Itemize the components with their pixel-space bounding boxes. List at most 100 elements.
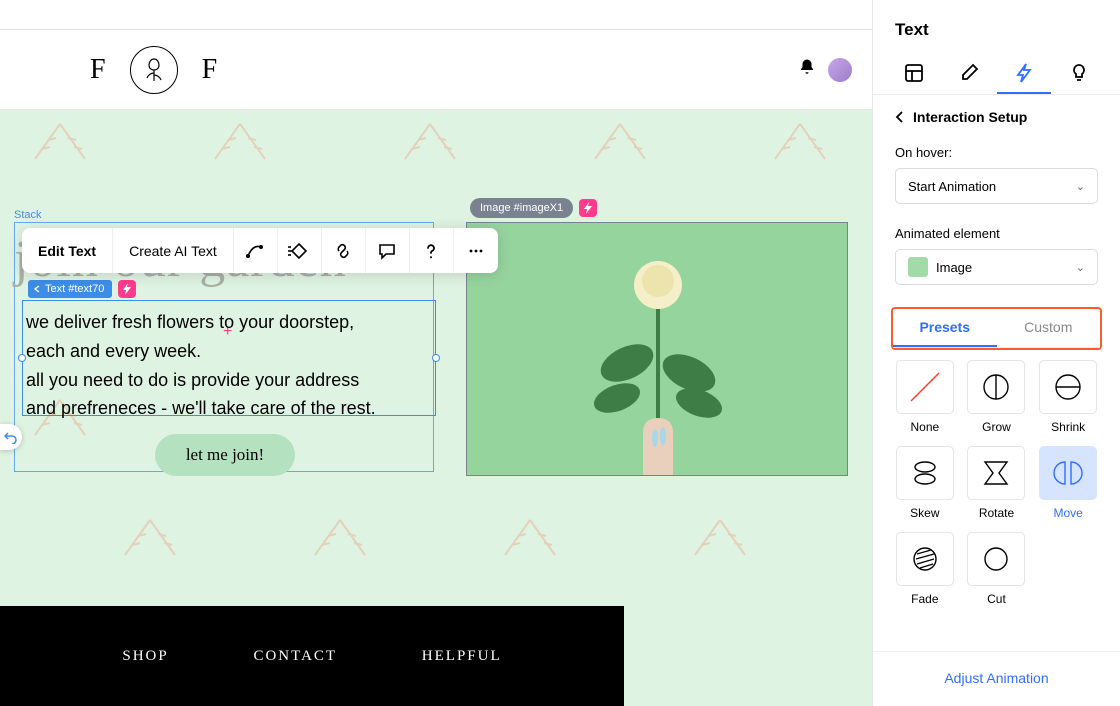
logo-emblem (130, 46, 178, 94)
element-thumb (908, 257, 928, 277)
panel-body: Interaction Setup On hover: Start Animat… (873, 95, 1120, 651)
preset-skew[interactable]: Skew (895, 446, 955, 520)
editor-canvas[interactable]: Stack join our garden Edit Text Create A… (0, 110, 872, 706)
footer-link-contact[interactable]: CONTACT (253, 648, 337, 665)
preset-grid: None Grow Shrink Skew Rotate Move (895, 350, 1098, 620)
comment-icon[interactable] (366, 228, 410, 273)
panel-title: Text (873, 0, 1120, 54)
body-line: and prefreneces - we'll take care of the… (26, 394, 430, 423)
bolt-icon (1015, 63, 1033, 83)
image-element[interactable] (466, 222, 848, 476)
leaf-decoration (690, 510, 750, 560)
hover-select-value: Start Animation (908, 179, 996, 194)
animated-element-label: Animated element (895, 226, 1098, 241)
chevron-left-icon (895, 111, 905, 123)
site-header: F F (0, 30, 872, 110)
hover-select[interactable]: Start Animation ⌄ (895, 168, 1098, 204)
body-text[interactable]: we deliver fresh flowers to your doorste… (26, 308, 430, 423)
subtab-presets[interactable]: Presets (893, 309, 997, 347)
cut-icon (982, 545, 1010, 573)
preset-subtabs: Presets Custom (893, 309, 1100, 348)
preset-grow[interactable]: Grow (967, 360, 1027, 434)
none-icon (905, 367, 945, 407)
resize-handle-right[interactable] (432, 354, 440, 362)
animation-path-icon[interactable] (234, 228, 278, 273)
fade-icon (911, 545, 939, 573)
body-line: we deliver fresh flowers to your doorste… (26, 308, 430, 337)
rose-image-placeholder (467, 223, 848, 476)
help-icon[interactable] (410, 228, 454, 273)
preset-tabs-highlight: Presets Custom (891, 307, 1102, 350)
hover-label: On hover: (895, 145, 1098, 160)
layout-icon (904, 63, 924, 83)
preset-label: None (910, 420, 939, 434)
inspector-panel: Text Interaction Setup On hover: Start A… (872, 0, 1120, 706)
body-line: all you need to do is provide your addre… (26, 366, 430, 395)
flower-icon (139, 55, 169, 85)
text-element-badge[interactable]: Text #text70 (28, 280, 136, 298)
preset-label: Grow (982, 420, 1011, 434)
preset-label: Cut (987, 592, 1006, 606)
text-badge-text: Text #text70 (45, 283, 104, 295)
subtab-custom[interactable]: Custom (997, 309, 1101, 347)
text-badge-label[interactable]: Text #text70 (28, 280, 112, 298)
preset-none[interactable]: None (895, 360, 955, 434)
tab-tips[interactable] (1051, 54, 1106, 94)
preset-shrink[interactable]: Shrink (1038, 360, 1098, 434)
logo-area: F F (90, 46, 217, 94)
leaf-decoration (210, 114, 270, 164)
leaf-decoration (590, 114, 650, 164)
lightbulb-icon (1070, 63, 1088, 83)
leaf-decoration (30, 114, 90, 164)
image-element-badge[interactable]: Image #imageX1 (470, 198, 597, 218)
tab-layout[interactable] (887, 54, 942, 94)
avatar[interactable] (828, 58, 852, 82)
adjust-animation-button[interactable]: Adjust Animation (873, 651, 1120, 706)
resize-handle-left[interactable] (18, 354, 26, 362)
preset-cut[interactable]: Cut (967, 532, 1027, 606)
footer-link-shop[interactable]: SHOP (122, 648, 168, 665)
leaf-decoration (400, 114, 460, 164)
floating-toolbar: Edit Text Create AI Text (22, 228, 498, 273)
back-button[interactable]: Interaction Setup (895, 109, 1098, 125)
logo-letter-left: F (90, 54, 106, 86)
tab-interactions[interactable] (997, 54, 1052, 94)
leaf-decoration (770, 114, 830, 164)
preset-label: Fade (911, 592, 938, 606)
skew-icon (910, 458, 940, 488)
leaf-decoration (120, 510, 180, 560)
site-footer: SHOP CONTACT HELPFUL (0, 606, 624, 706)
join-button[interactable]: let me join! (155, 434, 295, 476)
brush-icon (959, 63, 979, 83)
image-badge-label[interactable]: Image #imageX1 (470, 198, 573, 218)
grow-icon (981, 372, 1011, 402)
leaf-decoration (310, 510, 370, 560)
edit-text-button[interactable]: Edit Text (22, 228, 113, 273)
preset-label: Rotate (979, 506, 1014, 520)
body-line: each and every week. (26, 337, 430, 366)
preset-label: Skew (910, 506, 939, 520)
move-icon (1051, 460, 1085, 486)
preset-label: Move (1053, 506, 1082, 520)
logo-letter-right: F (202, 54, 218, 86)
interaction-indicator-icon[interactable] (118, 280, 136, 298)
leaf-decoration (500, 510, 560, 560)
more-icon[interactable] (454, 228, 498, 273)
preset-move[interactable]: Move (1038, 446, 1098, 520)
footer-link-help[interactable]: HELPFUL (422, 648, 502, 665)
rotate-icon (981, 458, 1011, 488)
animated-element-select[interactable]: Image ⌄ (895, 249, 1098, 285)
create-ai-text-button[interactable]: Create AI Text (113, 228, 234, 273)
link-icon[interactable] (322, 228, 366, 273)
header-right (798, 58, 852, 82)
panel-tabs (873, 54, 1120, 95)
animated-element-value: Image (936, 260, 972, 275)
preset-label: Shrink (1051, 420, 1085, 434)
preset-fade[interactable]: Fade (895, 532, 955, 606)
tab-design[interactable] (942, 54, 997, 94)
preset-rotate[interactable]: Rotate (967, 446, 1027, 520)
interaction-indicator-icon[interactable] (579, 199, 597, 217)
bell-icon[interactable] (798, 58, 816, 81)
align-icon[interactable] (278, 228, 322, 273)
stack-label[interactable]: Stack (14, 209, 42, 221)
